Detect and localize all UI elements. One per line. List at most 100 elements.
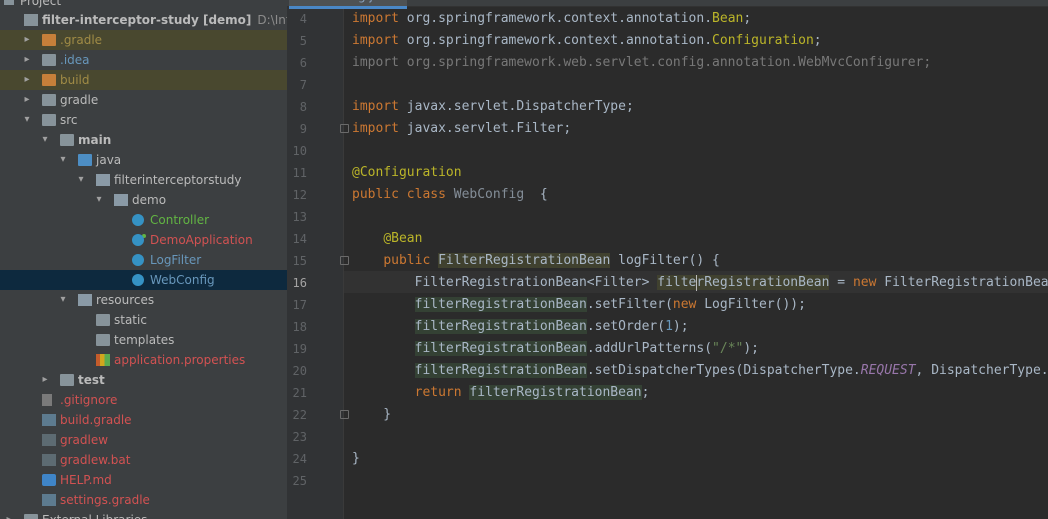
code-line[interactable]: filterRegistrationBean.setDispatcherType… bbox=[352, 360, 1048, 382]
code-line[interactable]: } bbox=[352, 404, 391, 426]
tree-item-templates[interactable]: templates bbox=[0, 330, 287, 350]
tree-item-label: demo bbox=[132, 193, 167, 207]
code-line[interactable]: return filterRegistrationBean; bbox=[352, 382, 649, 404]
excluded-folder-icon bbox=[42, 34, 56, 46]
tree-item-build[interactable]: ▸ build bbox=[0, 70, 287, 90]
tree-item-static[interactable]: static bbox=[0, 310, 287, 330]
line-number: 20 bbox=[292, 364, 307, 378]
fold-end-icon[interactable] bbox=[340, 410, 349, 419]
tree-item-label: gradle bbox=[60, 93, 99, 107]
tree-item-logfilter[interactable]: LogFilter bbox=[0, 250, 287, 270]
code-line[interactable]: filterRegistrationBean.addUrlPatterns("/… bbox=[352, 338, 759, 360]
tree-item-label: main bbox=[78, 133, 112, 147]
resources-folder-icon bbox=[78, 294, 92, 306]
tree-item-test[interactable]: ▸ test bbox=[0, 370, 287, 390]
chevron-right-icon[interactable]: ▸ bbox=[22, 50, 32, 70]
tree-item-src[interactable]: ▾ src bbox=[0, 110, 287, 130]
chevron-down-icon[interactable]: ▾ bbox=[40, 130, 50, 150]
project-icon bbox=[4, 0, 14, 5]
tree-item-help-md[interactable]: HELP.md bbox=[0, 470, 287, 490]
chevron-down-icon[interactable]: ▾ bbox=[76, 170, 86, 190]
tree-item-controller[interactable]: Controller bbox=[0, 210, 287, 230]
tree-item-gradle[interactable]: ▸ .gradle bbox=[0, 30, 287, 50]
tree-item-gradle[interactable]: ▸ gradle bbox=[0, 90, 287, 110]
code-line[interactable]: filterRegistrationBean.setOrder(1); bbox=[352, 316, 689, 338]
chevron-right-icon[interactable]: ▸ bbox=[4, 510, 14, 519]
chevron-right-icon[interactable]: ▸ bbox=[22, 90, 32, 110]
line-number: 25 bbox=[292, 474, 307, 488]
chevron-right-icon[interactable]: ▸ bbox=[22, 70, 32, 90]
code-line[interactable]: import javax.servlet.DispatcherType; bbox=[352, 96, 634, 118]
line-number: 15 bbox=[292, 254, 307, 268]
line-number: 17 bbox=[292, 298, 307, 312]
gradle-file-icon bbox=[42, 494, 56, 506]
tree-item-label: gradlew.bat bbox=[60, 453, 131, 467]
project-panel-header[interactable]: Project bbox=[0, 0, 287, 8]
tree-item-label: application.properties bbox=[114, 353, 246, 367]
tree-item-demoapplication[interactable]: DemoApplication bbox=[0, 230, 287, 250]
java-class-icon bbox=[132, 214, 144, 226]
tree-item-label: resources bbox=[96, 293, 155, 307]
tree-item-label: External Libraries bbox=[42, 510, 147, 519]
line-number: 4 bbox=[299, 12, 307, 26]
chevron-down-icon[interactable]: ▾ bbox=[94, 190, 104, 210]
editor-tab-bar: WebConfig.java bbox=[287, 0, 1048, 9]
chevron-down-icon[interactable]: ▾ bbox=[58, 290, 68, 310]
code-line[interactable]: FilterRegistrationBean<Filter> filterReg… bbox=[352, 272, 1048, 294]
tree-item-label: .idea bbox=[60, 53, 90, 67]
tree-item-label: .gitignore bbox=[60, 393, 118, 407]
folder-icon bbox=[42, 114, 56, 126]
tree-item-external-libraries[interactable]: ▸ External Libraries bbox=[0, 510, 287, 519]
tree-item-gradlew-bat[interactable]: gradlew.bat bbox=[0, 450, 287, 470]
tree-item-label: java bbox=[96, 153, 122, 167]
chevron-down-icon[interactable]: ▾ bbox=[22, 110, 32, 130]
tree-item-label: filter-interceptor-study [demo]D:\Intell… bbox=[42, 10, 287, 30]
fold-start-icon[interactable] bbox=[340, 256, 349, 265]
tree-item-filter-interceptor-study-demo[interactable]: filter-interceptor-study [demo]D:\Intell… bbox=[0, 10, 287, 30]
code-line[interactable]: import org.springframework.web.servlet.c… bbox=[352, 52, 931, 74]
code-line[interactable]: @Bean bbox=[352, 228, 422, 250]
tree-item-filterinterceptorstudy[interactable]: ▾ filterinterceptorstudy bbox=[0, 170, 287, 190]
code-line[interactable]: filterRegistrationBean.setFilter(new Log… bbox=[352, 294, 806, 316]
tree-item-gradlew[interactable]: gradlew bbox=[0, 430, 287, 450]
tree-item-label: build bbox=[60, 73, 90, 87]
project-path: D:\IntelliJ IDEA\ bbox=[257, 13, 287, 27]
tree-item-settings-gradle[interactable]: settings.gradle bbox=[0, 490, 287, 510]
source-folder-icon bbox=[78, 154, 92, 166]
code-line[interactable]: import org.springframework.context.annot… bbox=[352, 30, 822, 52]
folder-icon bbox=[42, 94, 56, 106]
tree-item-gitignore[interactable]: .gitignore bbox=[0, 390, 287, 410]
tree-item-resources[interactable]: ▾ resources bbox=[0, 290, 287, 310]
java-class-icon bbox=[132, 274, 144, 286]
tree-item-label: src bbox=[60, 113, 78, 127]
code-line[interactable]: import org.springframework.context.annot… bbox=[352, 8, 751, 30]
line-number: 19 bbox=[292, 342, 307, 356]
code-line[interactable]: public FilterRegistrationBean logFilter(… bbox=[352, 250, 720, 272]
line-number: 7 bbox=[299, 78, 307, 92]
code-line[interactable]: import javax.servlet.Filter; bbox=[352, 118, 571, 140]
chevron-down-icon[interactable]: ▾ bbox=[58, 150, 68, 170]
package-icon bbox=[96, 174, 110, 186]
project-panel-title: Project bbox=[20, 0, 62, 8]
code-line[interactable]: } bbox=[352, 448, 360, 470]
tree-item-java[interactable]: ▾ java bbox=[0, 150, 287, 170]
tree-item-application-properties[interactable]: application.properties bbox=[0, 350, 287, 370]
code-editor[interactable]: 4 5 6 7 8 9 10 11 12 13 14 15 16 17 18 19 20 21 22 23 24 25 i… bbox=[287, 0, 1048, 519]
markdown-file-icon bbox=[42, 474, 56, 486]
tree-item-build-gradle[interactable]: build.gradle bbox=[0, 410, 287, 430]
tree-item-demo[interactable]: ▾ demo bbox=[0, 190, 287, 210]
project-folder-icon bbox=[24, 14, 38, 26]
tree-item-label: build.gradle bbox=[60, 413, 132, 427]
code-line[interactable]: public class WebConfig { bbox=[352, 184, 548, 206]
excluded-folder-icon bbox=[42, 74, 56, 86]
tree-item-label: LogFilter bbox=[150, 253, 202, 267]
code-line[interactable]: @Configuration bbox=[352, 162, 462, 184]
java-class-icon bbox=[132, 254, 144, 266]
fold-end-icon[interactable] bbox=[340, 124, 349, 133]
tree-item-webconfig[interactable]: WebConfig bbox=[0, 270, 287, 290]
tab-webconfig-java[interactable]: WebConfig.java bbox=[289, 0, 407, 9]
chevron-right-icon[interactable]: ▸ bbox=[22, 30, 32, 50]
chevron-right-icon[interactable]: ▸ bbox=[40, 370, 50, 390]
tree-item-main[interactable]: ▾ main bbox=[0, 130, 287, 150]
tree-item-idea[interactable]: ▸ .idea bbox=[0, 50, 287, 70]
